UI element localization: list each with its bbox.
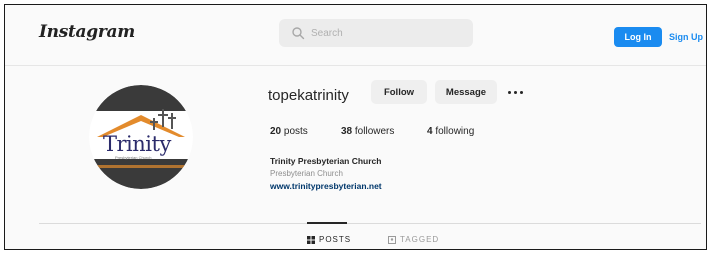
more-options-icon[interactable] — [504, 85, 526, 99]
dot — [507, 90, 511, 94]
search-icon — [292, 27, 305, 40]
avatar-logo-text: Trinity — [103, 132, 171, 156]
tab-tagged[interactable]: TAGGED — [388, 235, 439, 244]
instagram-logo[interactable]: Instagram — [39, 22, 135, 42]
tagged-icon — [388, 235, 396, 244]
following-count-stat[interactable]: 4 following — [427, 126, 474, 137]
avatar-logo-subtext: Presbyterian Church — [115, 155, 152, 160]
signup-link[interactable]: Sign Up — [669, 27, 703, 47]
active-tab-indicator — [307, 222, 347, 224]
profile-category: Presbyterian Church — [270, 169, 343, 178]
message-button[interactable]: Message — [435, 80, 497, 104]
posts-label: posts — [283, 126, 308, 137]
profile-avatar[interactable]: Trinity Presbyterian Church — [89, 85, 193, 189]
tab-tagged-label: TAGGED — [400, 235, 440, 244]
tab-posts[interactable]: POSTS — [307, 235, 351, 244]
posts-count: 20 — [270, 126, 282, 137]
profile-website-link[interactable]: www.trinitypresbyterian.net — [270, 181, 382, 191]
followers-label: followers — [354, 126, 395, 137]
top-navigation-bar: Instagram Log In Sign Up — [5, 5, 706, 66]
dot — [513, 90, 517, 94]
posts-count-stat: 20 posts — [270, 126, 308, 137]
following-label: following — [435, 126, 475, 137]
dot — [519, 90, 523, 94]
login-button[interactable]: Log In — [614, 27, 662, 47]
browser-frame: Instagram Log In Sign Up — [4, 4, 707, 250]
tabs-divider — [39, 223, 701, 224]
followers-count: 38 — [341, 126, 353, 137]
tab-posts-label: POSTS — [319, 235, 352, 244]
follow-button[interactable]: Follow — [371, 80, 427, 104]
search-box[interactable] — [279, 19, 473, 47]
following-count: 4 — [427, 126, 433, 137]
profile-username: topekatrinity — [268, 87, 349, 104]
search-input[interactable] — [311, 27, 451, 39]
grid-icon — [307, 235, 315, 244]
followers-count-stat[interactable]: 38 followers — [341, 126, 394, 137]
profile-full-name: Trinity Presbyterian Church — [270, 156, 382, 166]
